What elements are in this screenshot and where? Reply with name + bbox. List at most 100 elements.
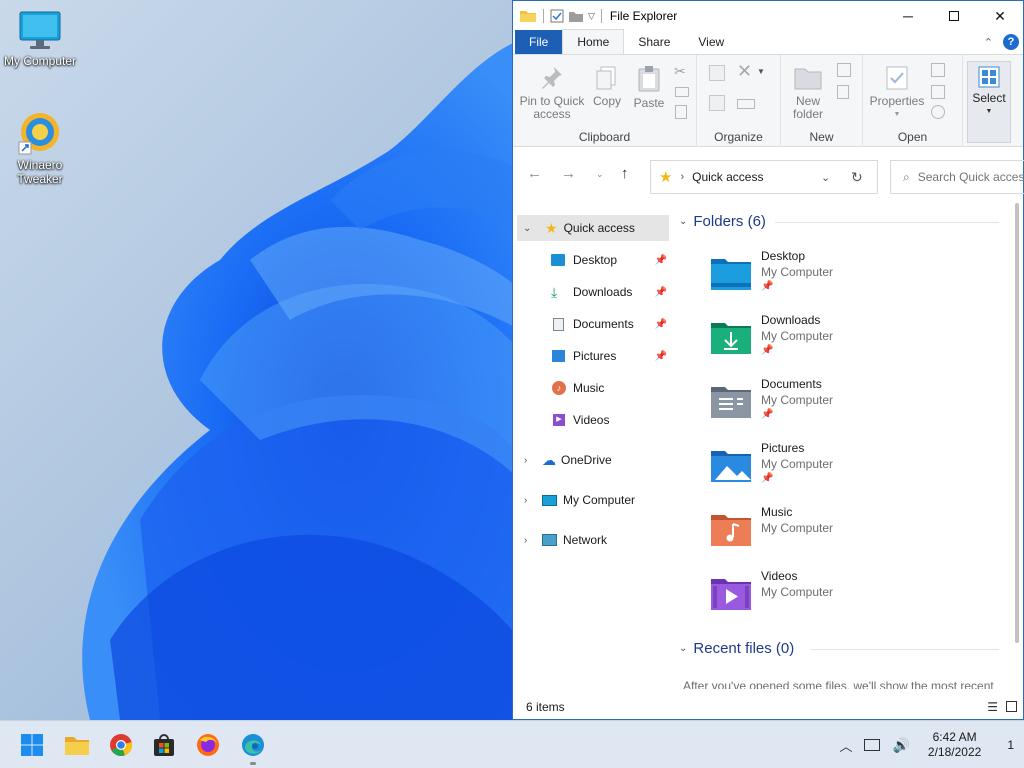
chevron-right-icon[interactable]: ›	[524, 535, 534, 546]
taskbar-firefox[interactable]	[194, 731, 222, 759]
ribbon-group-select: Select ▼	[963, 55, 1019, 147]
folders-group-header[interactable]: ⌄ Folders (6)	[679, 213, 766, 230]
help-icon[interactable]: ?	[1003, 34, 1019, 50]
notification-count-badge[interactable]: 1	[1007, 738, 1014, 752]
folder-tile-pictures[interactable]: Pictures My Computer 📌	[707, 439, 987, 499]
tab-home[interactable]: Home	[562, 29, 625, 54]
copy-button[interactable]: Copy	[589, 65, 625, 108]
taskbar-store[interactable]	[150, 731, 178, 759]
sidebar-item-label: Pictures	[573, 349, 617, 363]
taskbar-edge[interactable]	[239, 731, 267, 759]
sidebar-item-videos[interactable]: ▶ Videos	[513, 407, 673, 433]
chevron-down-icon[interactable]: ⌄	[523, 223, 533, 234]
scrollbar-thumb[interactable]	[1015, 203, 1019, 643]
taskbar: ︿ 🔊 6:42 AM 2/18/2022 1	[0, 720, 1024, 768]
sidebar-item-documents[interactable]: Documents 📌	[513, 311, 673, 337]
sidebar-item-quick-access[interactable]: ⌄ ★ Quick access	[517, 215, 669, 241]
sidebar-item-onedrive[interactable]: › ☁ OneDrive	[513, 447, 673, 473]
properties-button[interactable]: Properties ▼	[867, 65, 927, 121]
properties-check-icon[interactable]	[550, 9, 564, 23]
cloud-icon: ☁	[542, 451, 556, 468]
new-folder-button[interactable]: New folder	[785, 65, 831, 121]
chevron-down-icon[interactable]: ▼	[757, 67, 765, 76]
search-input[interactable]	[917, 170, 1024, 184]
folder-location: My Computer	[761, 457, 834, 471]
large-icons-view-icon[interactable]	[1006, 701, 1017, 712]
open-icon[interactable]	[931, 63, 945, 77]
easy-access-icon[interactable]	[837, 85, 849, 99]
sidebar-item-downloads[interactable]: ⤓ Downloads 📌	[513, 279, 673, 305]
close-button[interactable]: ✕	[977, 1, 1023, 31]
new-item-icon[interactable]	[837, 63, 851, 77]
network-status-icon[interactable]	[864, 739, 881, 751]
sidebar-item-my-computer[interactable]: › My Computer	[513, 487, 673, 513]
folder-tile-downloads[interactable]: Downloads My Computer 📌	[707, 311, 987, 371]
breadcrumb[interactable]: Quick access	[692, 170, 763, 184]
maximize-button[interactable]	[931, 1, 977, 31]
address-bar-row: ← → ⌄ ↑ ★ › Quick access ⌄ ↻ ⌕	[513, 147, 1024, 203]
content-scrollbar[interactable]	[1013, 203, 1021, 689]
new-folder-qa-icon[interactable]	[568, 10, 584, 23]
move-to-icon[interactable]	[709, 65, 725, 81]
chevron-right-icon[interactable]: ›	[524, 495, 534, 506]
chrome-icon	[110, 734, 133, 756]
tab-share[interactable]: Share	[624, 30, 684, 54]
copy-path-icon[interactable]	[675, 87, 689, 97]
folder-location: My Computer	[761, 585, 834, 599]
tab-file[interactable]: File	[515, 30, 563, 54]
sidebar-item-music[interactable]: ♪ Music	[513, 375, 673, 401]
history-icon[interactable]	[931, 105, 945, 119]
back-button[interactable]: ←	[527, 165, 542, 182]
folder-tile-music[interactable]: Music My Computer	[707, 503, 987, 563]
edit-icon[interactable]	[931, 85, 945, 99]
paste-shortcut-icon[interactable]	[675, 105, 687, 119]
chevron-down-icon: ⌄	[679, 643, 688, 654]
recent-locations-chevron-icon[interactable]: ⌄	[596, 169, 604, 180]
taskbar-file-explorer[interactable]	[63, 731, 91, 759]
search-box[interactable]: ⌕	[890, 160, 1024, 194]
address-field[interactable]: ★ › Quick access ⌄ ↻	[650, 160, 878, 194]
tab-view[interactable]: View	[684, 30, 738, 54]
forward-button[interactable]: →	[561, 165, 576, 182]
videos-folder-icon	[711, 579, 751, 610]
folder-app-icon	[520, 11, 536, 22]
start-button[interactable]	[18, 731, 46, 759]
chevron-down-icon[interactable]: ▽	[588, 11, 595, 22]
taskbar-chrome[interactable]	[107, 731, 135, 759]
volume-icon[interactable]: 🔊	[892, 737, 909, 754]
folder-tile-videos[interactable]: Videos My Computer	[707, 567, 987, 627]
folder-tile-documents[interactable]: Documents My Computer 📌	[707, 375, 987, 435]
pin-to-quick-access-button[interactable]: Pin to Quick access	[517, 65, 587, 121]
open-group-label: Open	[897, 130, 928, 144]
paste-button[interactable]: Paste	[629, 65, 669, 110]
desktop-icon-my-computer[interactable]: My Computer	[0, 10, 80, 68]
recent-files-group-header[interactable]: ⌄ Recent files (0)	[679, 640, 794, 657]
address-dropdown-chevron-icon[interactable]: ⌄	[821, 171, 830, 184]
sidebar-item-desktop[interactable]: Desktop 📌	[513, 247, 673, 273]
clock[interactable]: 6:42 AM 2/18/2022	[928, 730, 981, 760]
sidebar-item-label: Downloads	[573, 285, 633, 299]
monitor-icon	[19, 11, 61, 49]
pin-icon: 📌	[761, 473, 774, 484]
select-button[interactable]: Select ▼	[967, 61, 1011, 143]
system-tray: ︿ 🔊 6:42 AM 2/18/2022 1	[839, 721, 1014, 768]
delete-icon[interactable]: ✕	[737, 61, 752, 82]
sidebar-item-pictures[interactable]: Pictures 📌	[513, 343, 673, 369]
copy-to-icon[interactable]	[709, 95, 725, 111]
video-icon: ▶	[553, 414, 565, 426]
up-button[interactable]: ↑	[621, 165, 629, 182]
cut-icon[interactable]: ✂	[674, 63, 686, 80]
show-hidden-icons-chevron-icon[interactable]: ︿	[839, 736, 852, 755]
file-explorer-window[interactable]: ▽ File Explorer ─ ✕ File Home Share View…	[512, 0, 1024, 720]
minimize-button[interactable]: ─	[885, 1, 931, 31]
rename-icon[interactable]	[737, 99, 755, 109]
folder-tile-desktop[interactable]: Desktop My Computer 📌	[707, 247, 987, 307]
chevron-right-icon[interactable]: ›	[524, 455, 534, 466]
desktop-icon-winaero-tweaker[interactable]: Winaero Tweaker	[0, 110, 80, 186]
refresh-icon[interactable]: ↻	[851, 169, 863, 186]
paste-icon	[638, 66, 660, 92]
title-bar[interactable]: ▽ File Explorer ─ ✕	[513, 1, 1023, 31]
sidebar-item-network[interactable]: › Network	[513, 527, 673, 553]
details-view-icon[interactable]: ☰	[987, 700, 998, 714]
collapse-ribbon-chevron-icon[interactable]: ⌃	[984, 36, 993, 49]
